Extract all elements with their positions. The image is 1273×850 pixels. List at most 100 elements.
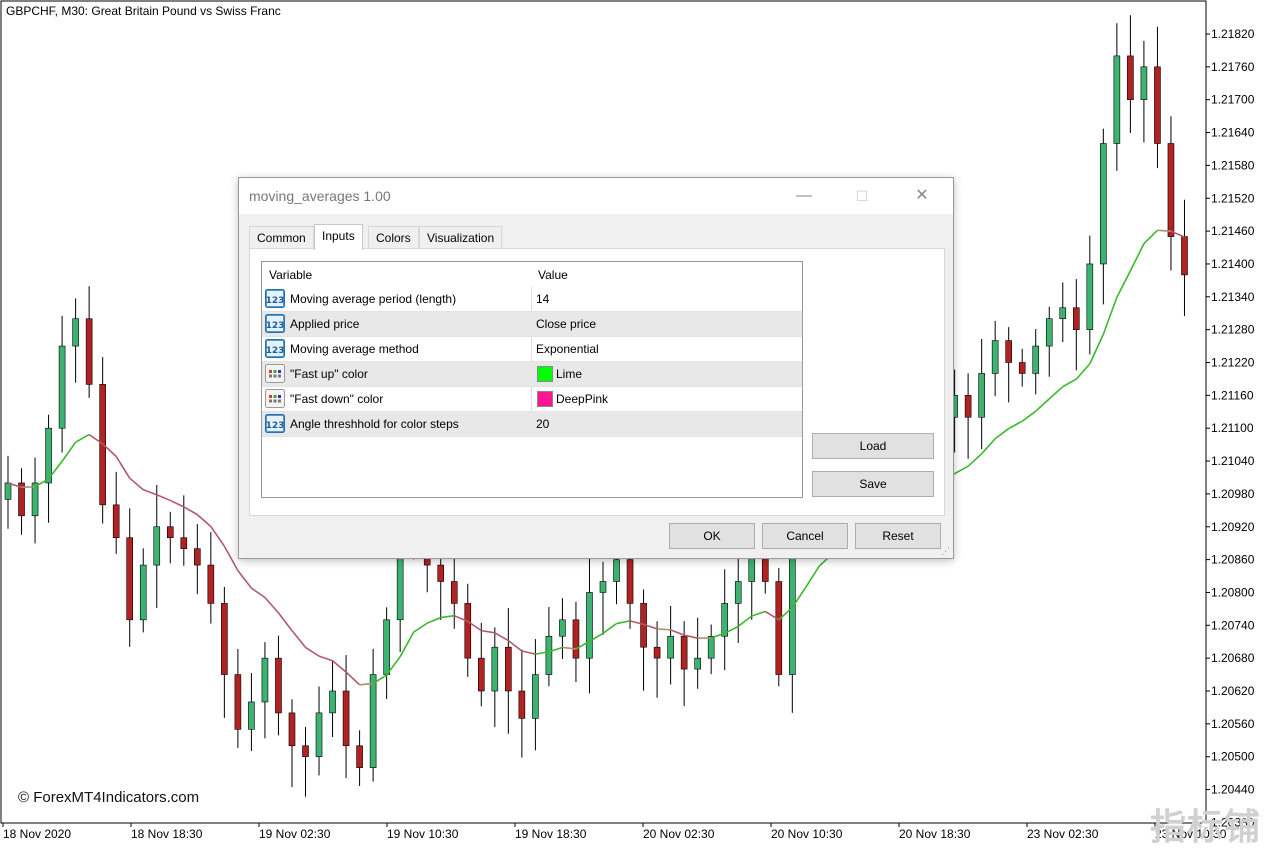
bull-candle (370, 675, 376, 768)
moving-average-segment (657, 629, 671, 630)
cancel-button[interactable]: Cancel (762, 523, 848, 549)
bull-candle (59, 346, 65, 428)
variable-label: Applied price (290, 317, 359, 331)
svg-text:123: 123 (266, 296, 285, 306)
bull-candle (546, 636, 552, 674)
color-swatch[interactable] (537, 391, 553, 407)
bear-candle (289, 713, 295, 746)
price-label: 1.21700 (1211, 93, 1255, 107)
bull-candle (1100, 144, 1106, 264)
watermark-text: © ForexMT4Indicators.com (18, 789, 199, 806)
bull-candle (532, 675, 538, 719)
bull-candle (695, 658, 701, 669)
bull-candle (722, 603, 728, 636)
header-value: Value (538, 268, 568, 282)
bear-candle (965, 395, 971, 417)
inputs-panel: Variable Value 123Moving average period … (249, 248, 945, 516)
bull-candle (559, 620, 565, 636)
time-label: 20 Nov 10:30 (771, 827, 843, 841)
bull-candle (600, 582, 606, 593)
bull-candle (708, 636, 714, 658)
bull-candle (668, 636, 674, 658)
bear-candle (519, 691, 525, 718)
value-field[interactable]: 20 (536, 417, 549, 431)
close-button[interactable]: ✕ (899, 178, 945, 214)
bull-candle (1087, 264, 1093, 330)
color-swatch[interactable] (537, 366, 553, 382)
value-field[interactable]: DeepPink (556, 392, 608, 406)
bear-candle (127, 538, 133, 620)
svg-text:123: 123 (266, 346, 285, 356)
value-field[interactable]: Lime (556, 367, 582, 381)
bear-candle (1168, 144, 1174, 237)
tab-common[interactable]: Common (249, 226, 314, 249)
bear-candle (451, 582, 457, 604)
bear-candle (1006, 341, 1012, 363)
bull-candle (248, 702, 254, 729)
ok-button[interactable]: OK (669, 523, 755, 549)
price-label: 1.21580 (1211, 158, 1255, 172)
bull-candle (32, 483, 38, 516)
bull-candle (73, 319, 79, 346)
maximize-button[interactable]: ☐ (839, 178, 885, 214)
indicator-settings-dialog[interactable]: moving_averages 1.00 — ☐ ✕ Common Inputs… (238, 177, 954, 559)
table-row[interactable]: 123Moving average methodExponential (262, 337, 802, 362)
table-row[interactable]: 123Angle threshhold for color steps20 (262, 412, 802, 437)
table-row[interactable]: "Fast down" colorDeepPink (262, 387, 802, 412)
bear-candle (654, 647, 660, 658)
load-button[interactable]: Load (812, 433, 934, 459)
bear-candle (478, 658, 484, 691)
value-field[interactable]: 14 (536, 292, 549, 306)
bull-candle (614, 560, 620, 582)
time-label: 18 Nov 18:30 (131, 827, 203, 841)
inputs-table: Variable Value 123Moving average period … (261, 261, 803, 498)
price-label: 1.20620 (1211, 684, 1255, 698)
chart-title: GBPCHF, M30: Great Britain Pound vs Swis… (6, 4, 281, 18)
tab-inputs[interactable]: Inputs (314, 224, 363, 250)
price-label: 1.20500 (1211, 750, 1255, 764)
price-label: 1.21160 (1211, 388, 1254, 402)
bull-candle (316, 713, 322, 757)
save-button[interactable]: Save (812, 471, 934, 497)
time-label: 18 Nov 2020 (3, 827, 71, 841)
bear-candle (1073, 308, 1079, 330)
bull-candle (1060, 308, 1066, 319)
price-label: 1.21640 (1211, 126, 1255, 140)
price-label: 1.21760 (1211, 60, 1255, 74)
bear-candle (86, 319, 92, 385)
value-field[interactable]: Exponential (536, 342, 599, 356)
tab-colors[interactable]: Colors (368, 226, 419, 249)
resize-grip-icon[interactable]: ⋰ (941, 546, 951, 556)
minimize-button[interactable]: — (781, 178, 827, 214)
value-field[interactable]: Close price (536, 317, 596, 331)
bear-candle (303, 746, 309, 757)
time-label: 20 Nov 02:30 (643, 827, 715, 841)
price-label: 1.21340 (1211, 290, 1255, 304)
bull-candle (1033, 346, 1039, 373)
bear-candle (181, 538, 187, 549)
reset-button[interactable]: Reset (855, 523, 941, 549)
price-label: 1.20740 (1211, 618, 1255, 632)
bull-candle (46, 428, 52, 483)
price-label: 1.21460 (1211, 224, 1255, 238)
price-label: 1.20440 (1211, 783, 1255, 797)
time-label: 19 Nov 18:30 (515, 827, 587, 841)
variable-label: "Fast up" color (290, 367, 368, 381)
tab-visualization[interactable]: Visualization (419, 226, 502, 249)
table-row[interactable]: "Fast up" color Lime (262, 362, 802, 387)
bear-candle (167, 527, 173, 538)
time-label: 19 Nov 10:30 (387, 827, 459, 841)
bull-candle (735, 582, 741, 604)
bear-candle (627, 560, 633, 604)
price-label: 1.21820 (1211, 27, 1255, 41)
bear-candle (194, 549, 200, 565)
color-icon (265, 364, 285, 383)
dialog-titlebar[interactable]: moving_averages 1.00 — ☐ ✕ (239, 178, 953, 214)
table-row[interactable]: 123 Applied price Close price (262, 312, 802, 337)
bear-candle (275, 658, 281, 713)
bull-candle (586, 592, 592, 658)
table-row[interactable]: 123Moving average period (length)14 (262, 287, 802, 312)
bear-candle (357, 746, 363, 768)
bull-candle (1046, 319, 1052, 346)
svg-text:123: 123 (266, 321, 285, 331)
